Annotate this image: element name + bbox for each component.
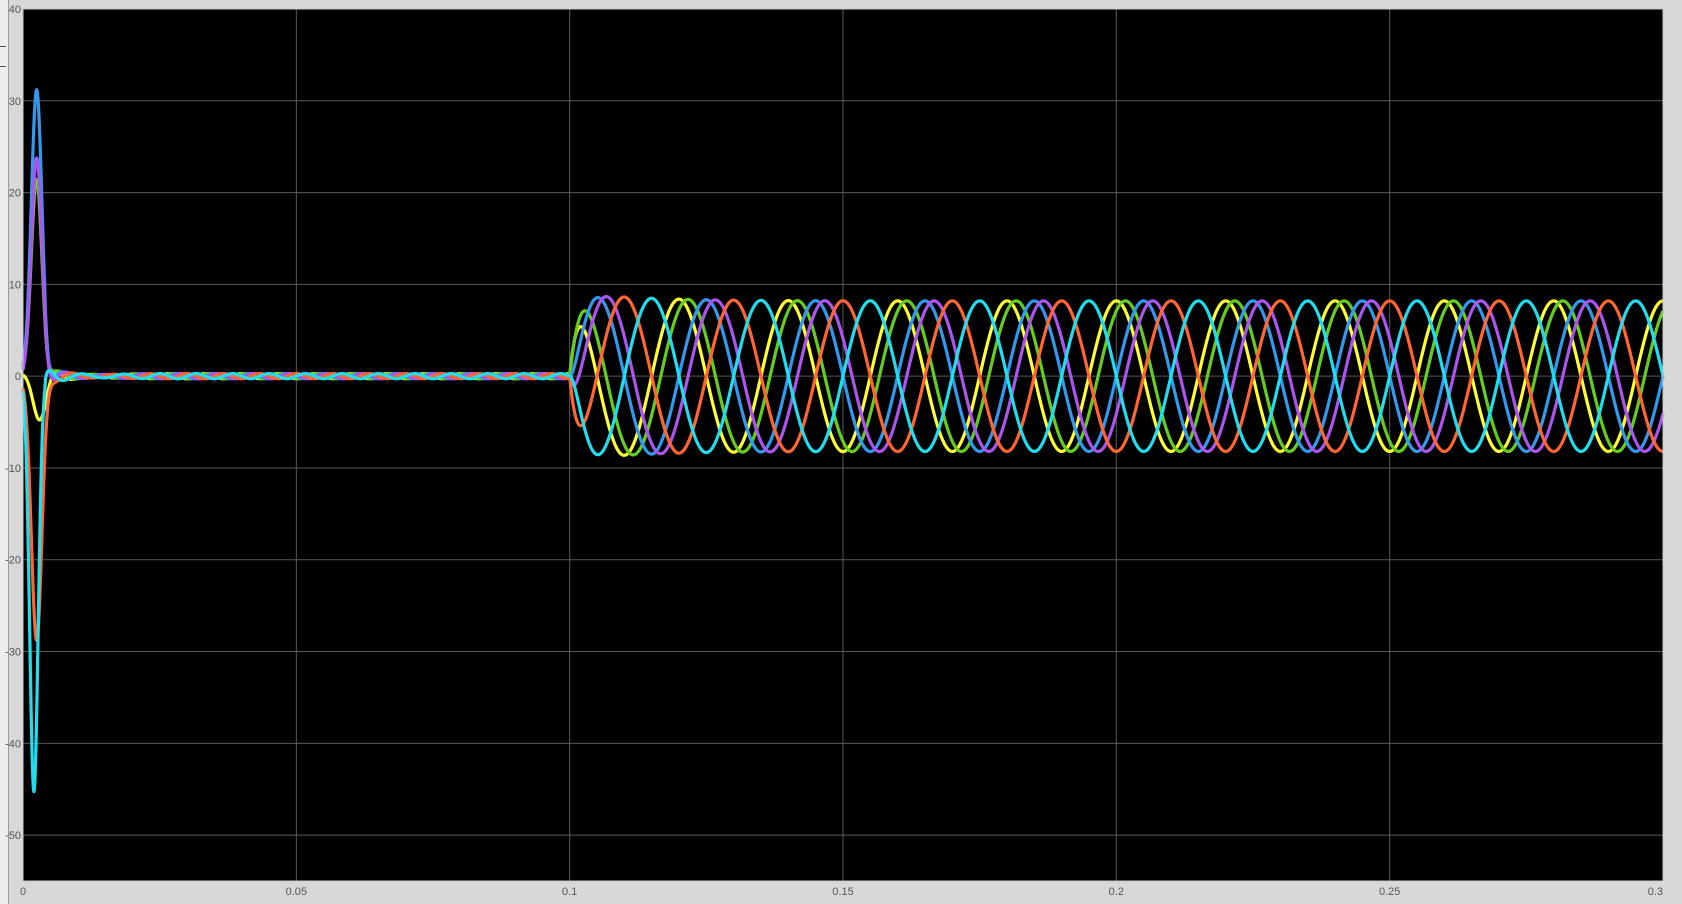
x-tick-label: 0.1 — [562, 886, 577, 898]
scope-plot[interactable]: 0 0.05 0.1 0.15 0.2 0.25 0.3 -50 -40 -30 -20 -10 0 10… — [0, 0, 1682, 904]
x-tick-label: 0.2 — [1109, 886, 1124, 898]
x-tick-label: 0.15 — [832, 886, 853, 898]
y-tick-label: -20 — [5, 555, 21, 567]
x-tick-label: 0.3 — [1648, 886, 1663, 898]
y-tick-label: -50 — [5, 830, 21, 842]
x-tick-label: 0.05 — [286, 886, 307, 898]
y-tick-label: 10 — [9, 279, 21, 291]
y-tick-label: 40 — [9, 4, 21, 16]
x-tick-label: 0 — [20, 886, 26, 898]
y-tick-label: 20 — [9, 188, 21, 200]
y-tick-label: 0 — [15, 371, 21, 383]
y-tick-label: -30 — [5, 647, 21, 659]
y-tick-label: -40 — [5, 738, 21, 750]
scope-window: 0 0.05 0.1 0.15 0.2 0.25 0.3 -50 -40 -30 -20 -10 0 10… — [0, 0, 1682, 904]
y-tick-label: -10 — [5, 463, 21, 475]
x-tick-label: 0.25 — [1379, 886, 1400, 898]
y-tick-label: 30 — [9, 96, 21, 108]
